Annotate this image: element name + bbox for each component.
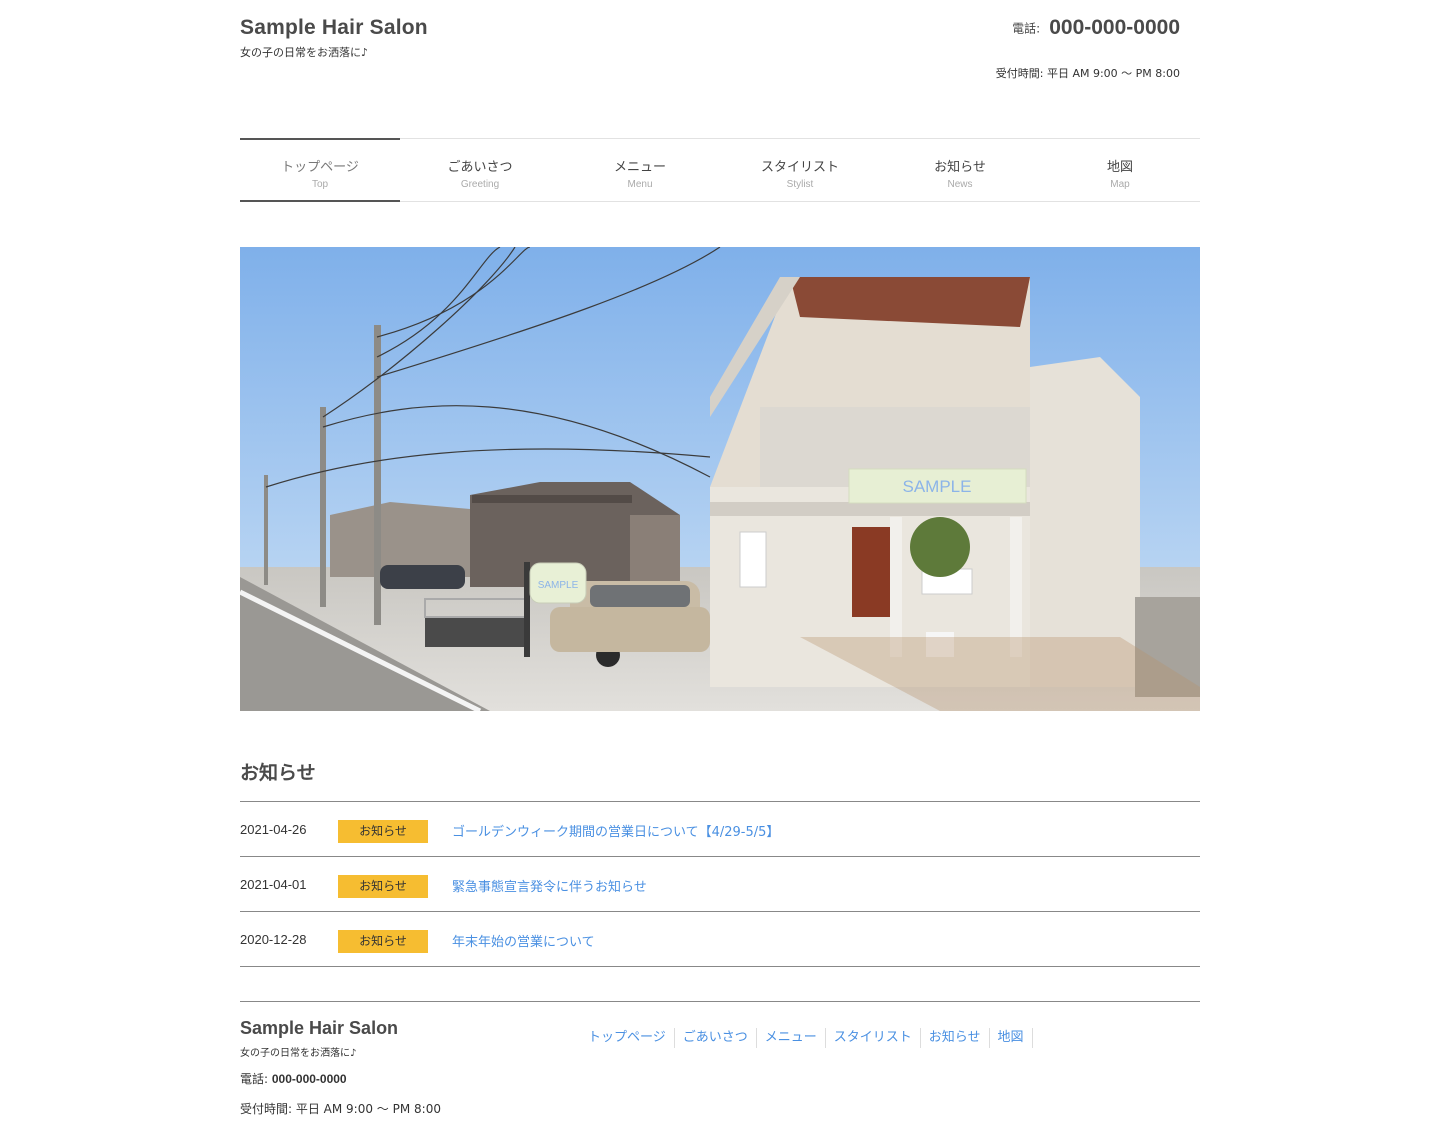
site-description: 女の子の日常をお洒落に♪ [240,46,369,59]
nav-item-stylist[interactable]: スタイリスト Stylist [720,139,880,201]
news-link[interactable]: ゴールデンウィーク期間の営業日について【4/29-5/5】 [452,821,779,840]
hero-image: SAMPLE SAMPLE [240,247,1200,711]
nav-label-en: Map [1110,179,1130,190]
news-section-title: お知らせ [240,762,316,784]
footer-nav-news[interactable]: お知らせ [921,1028,990,1048]
sign-small-text: SAMPLE [538,580,579,591]
footer-tel-label: 電話: [240,1072,269,1086]
site-footer: Sample Hair Salon 女の子の日常をお洒落に♪ 電話: 000-0… [240,1001,1200,1129]
news-date: 2020-12-28 [240,932,307,947]
nav-item-menu[interactable]: メニュー Menu [560,139,720,201]
news-date: 2021-04-26 [240,822,307,837]
news-list: 2021-04-26 お知らせ ゴールデンウィーク期間の営業日について【4/29… [240,801,1200,967]
global-nav: トップページ Top ごあいさつ Greeting メニュー Menu スタイリ… [240,138,1200,202]
news-link[interactable]: 年末年始の営業について [452,931,595,950]
news-item: 2021-04-01 お知らせ 緊急事態宣言発令に伴うお知らせ [240,857,1200,912]
nav-item-map[interactable]: 地図 Map [1040,139,1200,201]
footer-site-description: 女の子の日常をお洒落に♪ [240,1048,357,1059]
nav-item-top[interactable]: トップページ Top [240,138,400,202]
nav-item-news[interactable]: お知らせ News [880,139,1040,201]
nav-label-jp: お知らせ [934,160,986,175]
news-category-badge: お知らせ [338,930,428,953]
nav-item-greeting[interactable]: ごあいさつ Greeting [400,139,560,201]
footer-site-title[interactable]: Sample Hair Salon [240,1018,398,1039]
nav-label-jp: 地図 [1106,160,1133,175]
tel-label: 電話: [1012,21,1041,36]
nav-label-en: Stylist [786,179,814,190]
nav-label-en: Menu [627,179,653,190]
nav-label-en: Greeting [460,179,500,190]
nav-label-jp: ごあいさつ [447,160,513,175]
news-link[interactable]: 緊急事態宣言発令に伴うお知らせ [452,876,647,895]
footer-nav-top[interactable]: トップページ [580,1028,675,1048]
nav-label-jp: トップページ [281,160,359,175]
news-date: 2021-04-01 [240,877,307,892]
news-item: 2021-04-26 お知らせ ゴールデンウィーク期間の営業日について【4/29… [240,802,1200,857]
site-title[interactable]: Sample Hair Salon [240,16,428,40]
nav-label-en: Top [311,179,329,190]
news-item: 2020-12-28 お知らせ 年末年始の営業について [240,912,1200,967]
business-hours: 受付時間: 平日 AM 9:00 〜 PM 8:00 [995,67,1180,80]
footer-nav-stylist[interactable]: スタイリスト [826,1028,921,1048]
nav-label-jp: メニュー [613,160,666,175]
footer-hours: 受付時間: 平日 AM 9:00 〜 PM 8:00 [240,1102,441,1116]
footer-tel-number[interactable]: 000-000-0000 [272,1072,347,1086]
sign-large-text: SAMPLE [903,477,972,496]
news-category-badge: お知らせ [338,875,428,898]
footer-nav-map[interactable]: 地図 [990,1028,1033,1048]
footer-nav-menu[interactable]: メニュー [757,1028,826,1048]
nav-label-en: News [947,179,973,190]
tel-number[interactable]: 000-000-0000 [1049,16,1180,39]
footer-nav-greeting[interactable]: ごあいさつ [675,1028,757,1048]
header-tel: 電話: 000-000-0000 [1012,16,1180,40]
news-category-badge: お知らせ [338,820,428,843]
footer-nav: トップページ ごあいさつ メニュー スタイリスト お知らせ 地図 [580,1028,1033,1048]
nav-label-jp: スタイリスト [760,160,839,175]
footer-tel: 電話: 000-000-0000 [240,1070,347,1087]
